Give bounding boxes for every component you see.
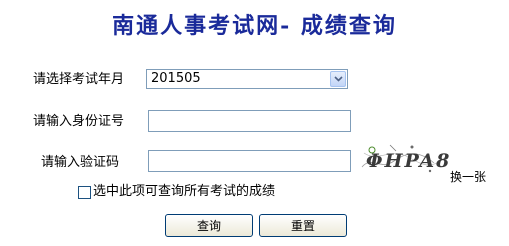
exam-month-select[interactable]: 201505 [146,69,348,89]
id-number-label: 请输入身份证号 [33,114,125,129]
exam-month-label: 请选择考试年月 [33,72,125,87]
exam-month-value: 201505 [151,71,201,86]
captcha-image-text: ΦHPA8 [366,150,450,172]
chevron-down-icon[interactable] [330,71,346,87]
reset-button[interactable]: 重置 [259,214,347,237]
captcha-label: 请输入验证码 [41,155,120,170]
query-button[interactable]: 查询 [165,214,253,237]
captcha-image[interactable]: ΦHPA8 [360,141,450,177]
captcha-input[interactable] [148,150,351,172]
id-number-input[interactable] [148,110,351,132]
all-exams-label: 选中此项可查询所有考试的成绩 [93,184,276,199]
page-title: 南通人事考试网- 成绩查询 [112,13,397,39]
all-exams-checkbox[interactable] [78,186,91,199]
refresh-captcha-link[interactable]: 换一张 [450,170,486,184]
